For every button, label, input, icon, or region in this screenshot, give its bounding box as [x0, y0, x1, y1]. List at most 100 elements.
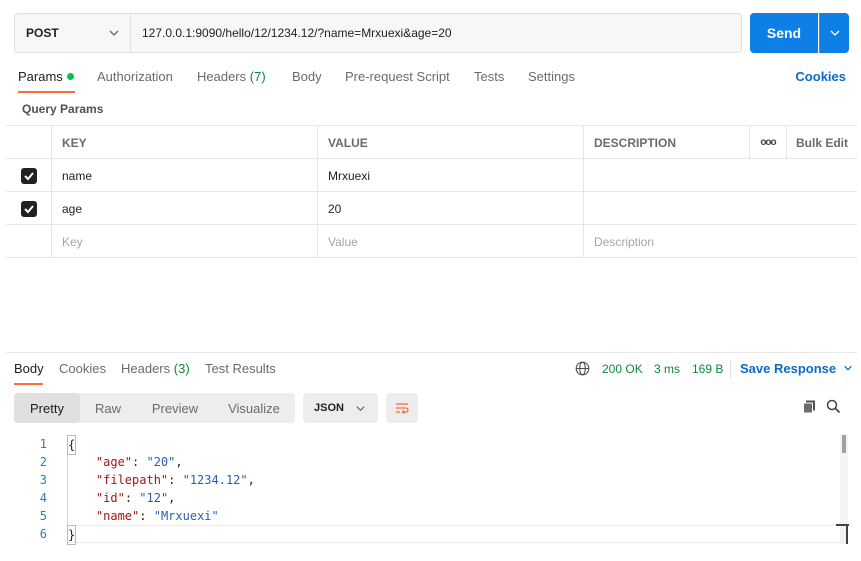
- json-value: "20": [146, 455, 176, 469]
- view-pretty-button[interactable]: Pretty: [14, 393, 80, 423]
- header-check-cell: [6, 126, 51, 159]
- tab-pre-request-script[interactable]: Pre-request Script: [345, 69, 450, 84]
- tab-test-results[interactable]: Test Results: [205, 361, 276, 376]
- tab-headers[interactable]: Headers (7): [197, 69, 266, 84]
- row-check-cell: [6, 192, 51, 225]
- tab-response-body[interactable]: Body: [14, 361, 44, 376]
- tab-settings[interactable]: Settings: [528, 69, 575, 84]
- active-tab-indicator: [18, 91, 75, 93]
- tab-label: Pre-request Script: [345, 69, 450, 84]
- response-body-editor[interactable]: 1 { 2 "age": "20", 3 "filepath": "1234.1…: [0, 435, 861, 545]
- bulk-edit-button[interactable]: Bulk Edit: [786, 126, 857, 159]
- param-checkbox[interactable]: [20, 200, 37, 217]
- row-check-cell: [6, 159, 51, 192]
- tab-response-headers[interactable]: Headers (3): [121, 361, 190, 376]
- separator: [730, 360, 731, 378]
- code-line: 3 "filepath": "1234.12",: [0, 471, 861, 489]
- method-label: POST: [26, 26, 59, 40]
- json-value: "Mrxuexi": [153, 509, 219, 523]
- param-value-field[interactable]: Mrxuexi: [317, 159, 583, 192]
- tab-label: Test Results: [205, 361, 276, 376]
- json-key: "name": [95, 509, 140, 523]
- param-key-field[interactable]: age: [51, 192, 317, 225]
- params-header-row: KEY VALUE DESCRIPTION ooo Bulk Edit: [6, 126, 857, 159]
- json-value: "1234.12": [182, 473, 248, 487]
- chevron-down-icon: [109, 30, 119, 36]
- url-input[interactable]: 127.0.0.1:9090/hello/12/1234.12/?name=Mr…: [130, 13, 742, 53]
- pane-divider[interactable]: [6, 352, 857, 353]
- tab-tests[interactable]: Tests: [474, 69, 504, 84]
- param-description-field[interactable]: [583, 192, 857, 225]
- line-number: 3: [39, 473, 47, 487]
- view-raw-button[interactable]: Raw: [90, 393, 126, 423]
- tab-label: Settings: [528, 69, 575, 84]
- table-row: age 20: [6, 192, 857, 225]
- view-preview-button[interactable]: Preview: [148, 393, 202, 423]
- header-key: KEY: [51, 126, 317, 159]
- wrap-lines-button[interactable]: [386, 393, 418, 423]
- header-value: VALUE: [317, 126, 583, 159]
- cookies-link[interactable]: Cookies: [795, 69, 846, 84]
- format-select-label: JSON: [314, 402, 344, 414]
- new-value-field[interactable]: Value: [317, 225, 583, 258]
- code-text: "filepath": "1234.12",: [95, 473, 255, 487]
- header-description: DESCRIPTION: [583, 126, 749, 159]
- tab-label: Cookies: [59, 361, 106, 376]
- new-key-field[interactable]: Key: [51, 225, 317, 258]
- new-description-field[interactable]: Description: [583, 225, 857, 258]
- method-select[interactable]: POST: [14, 13, 130, 53]
- code-text: "id": "12",: [95, 491, 176, 505]
- format-select[interactable]: JSON: [303, 393, 378, 423]
- json-key: "id": [95, 491, 125, 505]
- more-options-button[interactable]: ooo: [749, 126, 786, 159]
- line-number: 4: [39, 491, 47, 505]
- send-button[interactable]: Send: [750, 13, 818, 53]
- line-number: 2: [39, 455, 47, 469]
- param-value-field[interactable]: 20: [317, 192, 583, 225]
- code-text: "name": "Mrxuexi": [95, 509, 219, 523]
- editor-scrollbar-thumb[interactable]: [842, 435, 846, 453]
- tab-body[interactable]: Body: [292, 69, 322, 84]
- code-line: 5 "name": "Mrxuexi": [0, 507, 861, 525]
- code-text: {: [67, 435, 77, 455]
- tab-label: Params: [18, 69, 63, 84]
- wrap-lines-icon: [396, 403, 409, 414]
- json-comma: ,: [247, 473, 255, 487]
- status-code[interactable]: 200 OK: [602, 362, 643, 376]
- row-check-cell: [6, 225, 51, 258]
- param-key-field[interactable]: name: [51, 159, 317, 192]
- code-line: 1 {: [0, 435, 861, 455]
- tab-label: Authorization: [97, 69, 173, 84]
- save-response-button[interactable]: Save Response: [740, 361, 853, 376]
- line-number: 1: [39, 437, 47, 451]
- globe-icon[interactable]: [575, 361, 590, 376]
- send-options-button[interactable]: [819, 13, 849, 53]
- response-time[interactable]: 3 ms: [654, 362, 680, 376]
- view-visualize-button[interactable]: Visualize: [224, 393, 284, 423]
- tab-label: Body: [14, 361, 44, 376]
- code-text: }: [67, 525, 77, 545]
- response-size[interactable]: 169 B: [692, 362, 723, 376]
- check-icon: [23, 171, 34, 180]
- param-description-field[interactable]: [583, 159, 857, 192]
- tab-params[interactable]: Params: [18, 69, 74, 84]
- code-line: 2 "age": "20",: [0, 453, 861, 471]
- view-mode-group: Pretty Raw Preview Visualize: [14, 393, 295, 423]
- json-comma: ,: [168, 491, 176, 505]
- cursor-marker: [846, 524, 848, 544]
- params-active-dot: [66, 73, 74, 80]
- copy-icon[interactable]: [802, 399, 817, 414]
- line-number: 5: [39, 509, 47, 523]
- search-icon[interactable]: [826, 399, 841, 414]
- param-checkbox[interactable]: [20, 167, 37, 184]
- chevron-down-icon: [830, 30, 839, 36]
- save-response-label: Save Response: [740, 361, 837, 376]
- json-value: "12": [139, 491, 169, 505]
- check-icon: [23, 204, 34, 213]
- tab-authorization[interactable]: Authorization: [97, 69, 173, 84]
- table-row: name Mrxuexi: [6, 159, 857, 192]
- tab-response-cookies[interactable]: Cookies: [59, 361, 106, 376]
- headers-count: (7): [249, 69, 266, 84]
- code-text: "age": "20",: [95, 455, 183, 469]
- query-params-label: Query Params: [22, 102, 104, 116]
